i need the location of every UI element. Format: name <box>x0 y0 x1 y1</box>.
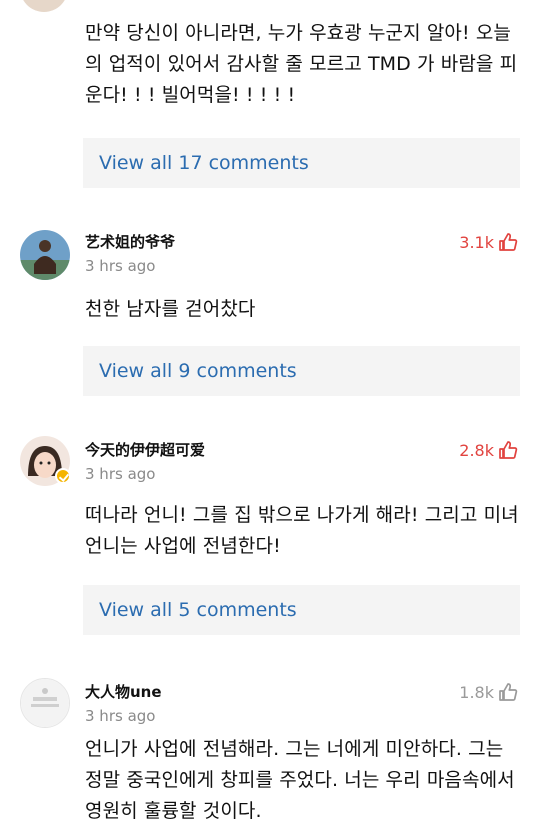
verified-badge-icon <box>55 468 71 484</box>
like-button[interactable]: 1.8k <box>459 680 518 704</box>
avatar[interactable] <box>20 0 68 12</box>
avatar[interactable] <box>20 678 70 728</box>
timestamp: 3 hrs ago <box>85 707 156 725</box>
comment-text: 천한 남자를 걷어찼다 <box>85 298 256 320</box>
like-count: 2.8k <box>459 440 494 460</box>
timestamp: 3 hrs ago <box>85 257 156 275</box>
timestamp: 3 hrs ago <box>85 465 156 483</box>
comment-feed: 만약 당신이 아니라면, 누가 우효광 누군지 알아! 오늘의 업적이 있어서 … <box>0 0 540 834</box>
avatar[interactable] <box>20 230 70 280</box>
like-count: 3.1k <box>459 232 494 252</box>
like-button[interactable]: 2.8k <box>459 438 518 462</box>
view-all-comments-button[interactable]: View all 17 comments <box>83 138 520 188</box>
thumbs-up-icon <box>498 682 518 702</box>
thumbs-up-icon <box>498 232 518 252</box>
comment-text: 떠나라 언니! 그를 집 밖으로 나가게 해라! 그리고 미녀 언니는 사업에 … <box>85 504 519 557</box>
comment-text: 만약 당신이 아니라면, 누가 우효광 누군지 알아! 오늘의 업적이 있어서 … <box>85 22 518 106</box>
view-all-comments-button[interactable]: View all 9 comments <box>83 346 520 396</box>
username[interactable]: 大人物une <box>85 681 162 702</box>
view-all-comments-button[interactable]: View all 5 comments <box>83 585 520 635</box>
comment-text: 언니가 사업에 전념해라. 그는 너에게 미안하다. 그는 정말 중국인에게 창… <box>85 738 515 822</box>
thumbs-up-icon <box>498 440 518 460</box>
like-count: 1.8k <box>459 682 494 702</box>
username[interactable]: 艺术姐的爷爷 <box>85 231 175 252</box>
like-button[interactable]: 3.1k <box>459 230 518 254</box>
username[interactable]: 今天的伊伊超可爱 <box>85 439 205 460</box>
